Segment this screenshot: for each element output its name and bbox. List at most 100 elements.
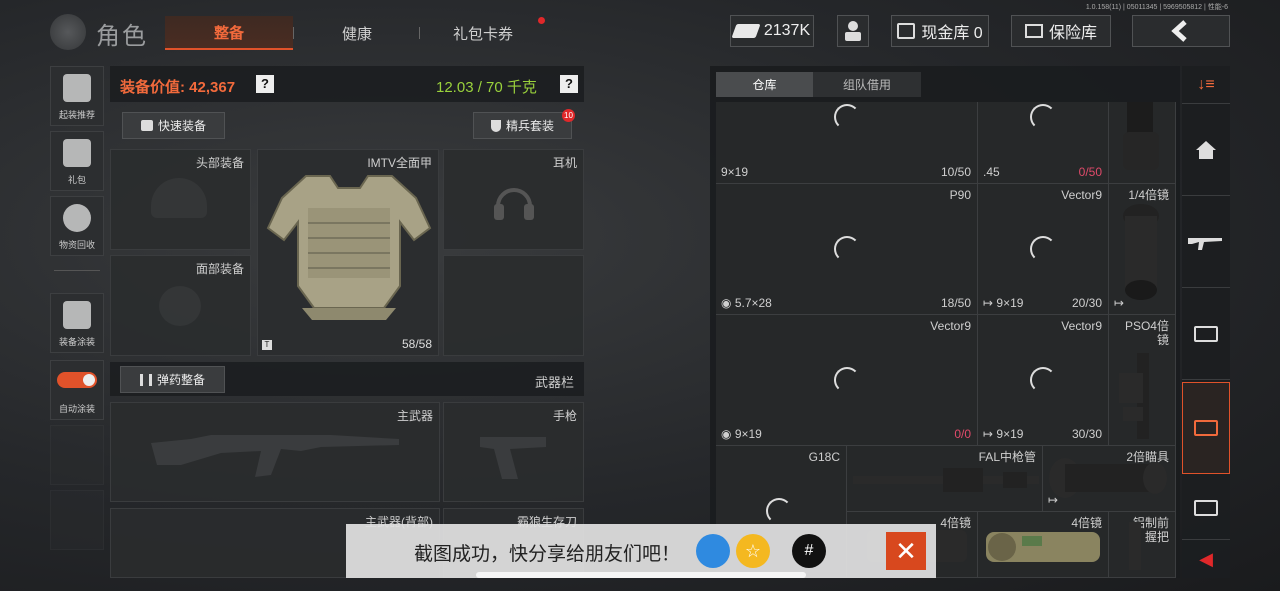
inventory-item[interactable]: 4倍镜 — [978, 512, 1109, 578]
tab-health[interactable]: 健康 — [293, 16, 421, 50]
empty-gear-slot[interactable] — [443, 255, 584, 356]
toggle-switch[interactable] — [57, 372, 97, 388]
gift-icon — [63, 139, 91, 167]
ammo-prep-button[interactable]: 弹药整备 — [120, 366, 225, 393]
inventory-item[interactable]: Vector9 ↦ 9×19 30/30 — [978, 315, 1109, 446]
category-all[interactable] — [1182, 104, 1230, 196]
vest-icon — [266, 175, 432, 320]
tab-warehouse[interactable]: 仓库 — [716, 72, 813, 97]
head-slot[interactable]: 头部装备 — [110, 149, 251, 250]
home-icon — [1196, 140, 1216, 159]
category-weapons[interactable] — [1182, 196, 1230, 288]
sidebar-recycle[interactable]: 物资回收 — [50, 196, 104, 256]
item-name: 1/4倍镜 — [1128, 188, 1169, 202]
qq-share-icon[interactable] — [696, 534, 730, 568]
loading-icon — [766, 498, 792, 524]
back-arrow-icon — [1171, 20, 1187, 42]
cash-display[interactable]: 2137K — [730, 15, 814, 47]
home-indicator — [476, 572, 806, 578]
sidebar-label: 物资回收 — [58, 240, 95, 250]
sidebar-auto-skin[interactable]: 自动涂装 — [50, 360, 104, 420]
tab-equip[interactable]: 整备 — [165, 16, 293, 50]
inventory-item[interactable]: FAL中枪管 — [847, 446, 1043, 512]
inventory-item[interactable]: 铝制前握把 — [1109, 512, 1176, 578]
item-count: 20/30 — [1071, 296, 1102, 310]
weapon-bar-label: 武器栏 — [534, 375, 574, 390]
inventory-item[interactable] — [1109, 102, 1176, 184]
inventory-item[interactable]: 9×19 10/50 — [716, 102, 978, 184]
inventory-item[interactable]: PSO4倍镜 — [1109, 315, 1176, 446]
inventory-item[interactable]: Vector9 ↦ 9×19 20/30 — [978, 184, 1109, 315]
cash-store-label: 现金库 0 — [921, 25, 983, 42]
category-containers[interactable] — [1182, 288, 1230, 380]
pistol-slot[interactable]: 手枪 — [443, 402, 584, 502]
skin-icon — [63, 301, 91, 329]
shield-icon — [490, 119, 501, 132]
armor-slot[interactable]: IMTV全面甲 T 58/58 — [257, 149, 439, 356]
crate-icon — [1194, 499, 1218, 516]
safe-box-icon — [897, 23, 916, 39]
hashtag-share-icon[interactable]: # — [792, 534, 826, 568]
face-slot[interactable]: 面部装备 — [110, 255, 251, 356]
rifle-placeholder-icon — [151, 435, 399, 477]
armor-durability: 58/58 — [401, 337, 432, 351]
back-button[interactable] — [1132, 15, 1230, 47]
primary-weapon-slot[interactable]: 主武器 — [110, 402, 440, 502]
armor-tag: T — [262, 340, 272, 350]
sort-button[interactable]: ↓≡ — [1182, 66, 1230, 104]
ammo-type: .45 — [983, 165, 1000, 179]
tab-gift-cards[interactable]: 礼包卡券 — [419, 16, 547, 50]
cash-icon — [731, 24, 761, 38]
star-share-icon[interactable]: ☆ — [736, 534, 770, 568]
item-count: 18/50 — [940, 296, 971, 310]
category-box-active[interactable] — [1182, 382, 1230, 474]
trader-icon — [845, 21, 861, 41]
grip-icon — [1129, 522, 1141, 570]
quick-equip-label: 快速装备 — [157, 119, 206, 133]
weight-help-icon[interactable]: ? — [560, 75, 578, 93]
loading-icon — [834, 236, 860, 262]
value-help-icon[interactable]: ? — [256, 75, 274, 93]
ammo-type: ↦ — [1114, 296, 1125, 310]
quick-equip-button[interactable]: 快速装备 — [122, 112, 225, 139]
shirt-icon — [140, 120, 153, 131]
loading-icon — [1030, 236, 1056, 262]
ammo-type: ↦ — [1048, 493, 1059, 507]
vault-button[interactable]: 保险库 — [1011, 15, 1111, 47]
inventory-item[interactable]: P90 ◉ 5.7×28 18/50 — [716, 184, 978, 315]
ammo-type: ↦ 9×19 — [983, 296, 1024, 310]
loading-icon — [834, 367, 860, 393]
scope-icon — [1123, 204, 1159, 300]
sidebar-loadout-recommend[interactable]: 起装推荐 — [50, 66, 104, 126]
sidebar-skin[interactable]: 装备涂装 — [50, 293, 104, 353]
tab-team-borrow[interactable]: 组队借用 — [813, 72, 921, 97]
inventory-item[interactable]: Vector9 ◉ 9×19 0/0 — [716, 315, 978, 446]
collapse-button[interactable]: ◀ — [1182, 540, 1230, 578]
category-misc[interactable] — [1182, 476, 1230, 540]
slot-label: 面部装备 — [195, 262, 244, 276]
cash-value: 2137K — [763, 22, 811, 39]
sidebar-label: 自动涂装 — [58, 404, 95, 414]
inventory-item[interactable]: .45 0/50 — [978, 102, 1109, 184]
trader-button[interactable] — [837, 15, 869, 47]
inventory-item[interactable]: 2倍瞄具 ↦ — [1043, 446, 1176, 512]
sidebar-gift[interactable]: 礼包 — [50, 131, 104, 191]
pistol-placeholder-icon — [480, 437, 546, 479]
elite-set-button[interactable]: 精兵套装 — [473, 112, 572, 139]
item-name: PSO4倍镜 — [1124, 319, 1169, 347]
item-name: Vector9 — [930, 319, 971, 333]
camo-scope-icon — [986, 532, 1100, 562]
slot-label: 耳机 — [552, 156, 577, 170]
inventory-item[interactable]: 1/4倍镜 ↦ — [1109, 184, 1176, 315]
weight-value: 12.03 / 70 千克 — [436, 79, 537, 96]
sidebar-label: 礼包 — [67, 175, 86, 185]
sort-icon: ↓≡ — [1197, 75, 1215, 93]
earphone-slot[interactable]: 耳机 — [443, 149, 584, 250]
close-icon[interactable]: ✕ — [886, 532, 926, 570]
cash-store-button[interactable]: 现金库 0 — [891, 15, 989, 47]
helmet-placeholder-icon — [151, 178, 207, 218]
elite-set-label: 精兵套装 — [505, 119, 554, 133]
version-text: 1.0.158(11) | 05011345 | 5969505812 | 性能… — [1085, 4, 1228, 11]
item-count: 30/30 — [1071, 427, 1102, 441]
scope-icon — [1119, 353, 1149, 439]
